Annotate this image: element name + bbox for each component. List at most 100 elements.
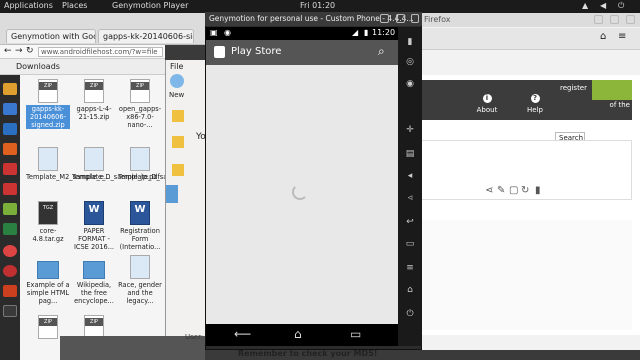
network-icon[interactable]: ▲ <box>582 1 588 10</box>
back-icon[interactable]: ← <box>4 46 12 56</box>
file-item[interactable]: Example of a simple HTML pag... <box>26 255 70 305</box>
file-label: Template_M2_sample_e... <box>26 173 111 181</box>
app-icon-2[interactable] <box>3 163 17 175</box>
move-icon[interactable]: ✛ <box>404 125 416 137</box>
power-icon[interactable]: ⏻ <box>618 1 624 11</box>
nav-help-label: Help <box>527 106 543 114</box>
document-thumbnail-icon <box>84 147 104 171</box>
active-app-label[interactable]: Genymotion Player <box>112 1 188 10</box>
applications-menu[interactable]: Applications <box>4 1 53 10</box>
refresh-icon[interactable]: ↻ <box>521 185 529 196</box>
downloads-label[interactable]: Downloads <box>16 62 60 71</box>
file-label: gapps-L-4-21-15.zip <box>76 105 112 121</box>
android-icon[interactable] <box>3 203 17 215</box>
content-panel: ⋖ ✎ ▢ ↻ ▮ <box>420 140 632 200</box>
trash-icon[interactable]: ▮ <box>535 185 541 196</box>
close-icon[interactable] <box>626 15 635 24</box>
register-link[interactable]: register <box>560 84 587 92</box>
md5-note: Remember to check your MD5! <box>238 349 378 358</box>
document-thumbnail-icon <box>130 255 150 279</box>
record-icon[interactable] <box>3 245 17 257</box>
file-item[interactable]: PAPER FORMAT - ICSE 2016... <box>72 201 116 251</box>
file-item[interactable]: Race, gender and the legacy... <box>118 255 162 305</box>
back-icon[interactable]: ⟵ <box>234 327 251 341</box>
gps-icon[interactable]: ◎ <box>404 57 416 69</box>
file-label: Example of a simple HTML pag... <box>26 281 70 305</box>
volume-up-icon[interactable]: ◂ <box>404 171 416 183</box>
recent-apps-icon[interactable]: ▭ <box>350 327 361 341</box>
file-item[interactable]: open_gapps-x86-7.0-nano-... <box>118 79 162 129</box>
tab-genymotion[interactable]: Genymotion with Goo... <box>6 29 96 43</box>
clock[interactable]: Fri 01:20 <box>300 1 335 10</box>
file-menu[interactable]: File <box>170 62 183 71</box>
minimize-icon[interactable] <box>594 15 603 24</box>
url-input[interactable]: www.androidfilehost.com/?w=file <box>38 47 163 57</box>
file-item[interactable]: Template_M2_sample_e... <box>26 147 111 181</box>
gm-maximize-icon[interactable] <box>396 14 405 23</box>
file-label: Template_D_sample_eng.pdf <box>118 173 212 181</box>
app-icon-5[interactable] <box>3 305 17 317</box>
copy-icon[interactable]: ▢ <box>509 185 518 196</box>
id-icon[interactable]: ▤ <box>404 149 416 161</box>
wifi-icon: ◢ <box>352 28 359 37</box>
forward-icon[interactable]: → <box>15 46 23 56</box>
menu-icon[interactable]: ▭ <box>404 239 416 251</box>
file-label: Wikipedia, the free encyclope... <box>74 281 114 305</box>
file-item[interactable]: Registration Form (Internatio... <box>118 201 162 251</box>
battery-icon[interactable]: ▮ <box>404 37 416 49</box>
zip-file-icon <box>84 79 104 103</box>
header-text: of the <box>609 101 630 109</box>
file-item[interactable]: Template_D_sample_eng.pdf <box>118 147 212 181</box>
sheet-icon[interactable] <box>3 223 17 235</box>
home-icon[interactable]: ⌂ <box>404 285 416 297</box>
nav-about-label: About <box>476 106 498 114</box>
file-item[interactable]: Template_D_sample_jp.pdf <box>72 147 160 181</box>
file-item[interactable]: gapps-L-4-21-15.zip <box>72 79 116 121</box>
volume-icon[interactable]: ◀ <box>600 1 606 10</box>
file-item[interactable]: gapps-kk-20140606-signed.zip <box>26 79 70 129</box>
folder-icon[interactable] <box>166 185 178 203</box>
nav-help[interactable]: ? Help <box>520 94 550 114</box>
menu-icon[interactable]: ≡ <box>618 31 626 42</box>
tab-gapps[interactable]: gapps-kk-20140606-sign... <box>98 29 194 43</box>
nav-about[interactable]: i About <box>472 94 502 114</box>
reload-icon[interactable]: ↻ <box>26 46 34 56</box>
chrome-tab-strip: Genymotion with Goo... gapps-kk-20140606… <box>0 13 206 45</box>
file-item[interactable]: core-4.8.tar.gz <box>26 201 70 243</box>
home-icon[interactable]: ⌂ <box>294 327 302 341</box>
shortcut-icon[interactable] <box>3 123 17 135</box>
app-icon[interactable] <box>172 164 184 176</box>
app-icon[interactable] <box>172 110 184 122</box>
maximize-icon[interactable] <box>610 15 619 24</box>
play-store-icon[interactable] <box>214 46 225 58</box>
new-label[interactable]: New <box>169 91 184 99</box>
gm-close-icon[interactable] <box>411 14 419 23</box>
help-icon: ? <box>530 94 540 103</box>
volume-down-icon[interactable]: ◃ <box>404 193 416 205</box>
app-icon-3[interactable] <box>3 183 17 195</box>
files-icon[interactable] <box>3 83 17 95</box>
menu-icon-2[interactable]: ≡ <box>404 263 416 275</box>
back-icon[interactable]: ↩ <box>404 217 416 229</box>
app-icon[interactable] <box>3 143 17 155</box>
play-store-actionbar: Play Store ⌕ <box>206 40 398 65</box>
share-icon[interactable]: ⋖ <box>485 185 493 196</box>
app-icon-4[interactable] <box>3 285 17 297</box>
wrench-icon[interactable]: ✎ <box>497 185 505 196</box>
file-item[interactable]: Wikipedia, the free encyclope... <box>72 255 116 305</box>
mail-icon[interactable] <box>3 103 17 115</box>
firefox-toolbar: ≡ ⌂ <box>420 28 640 50</box>
content-area <box>420 220 632 330</box>
zip-file-icon <box>130 79 150 103</box>
search-icon[interactable]: ⌕ <box>378 44 385 59</box>
app-icon[interactable] <box>172 136 184 148</box>
file-label: gapps-kk-20140606-signed.zip <box>26 105 70 129</box>
debian-icon[interactable] <box>3 265 17 277</box>
gm-minimize-icon[interactable] <box>380 14 389 23</box>
places-menu[interactable]: Places <box>62 1 87 10</box>
power-icon[interactable]: ⏻ <box>404 309 416 321</box>
genymotion-titlebar: Genymotion for personal use - Custom Pho… <box>205 12 422 26</box>
home-icon[interactable]: ⌂ <box>600 31 606 42</box>
camera-icon[interactable]: ◉ <box>404 79 416 91</box>
site-header: register of the i About ? Help <box>420 80 632 120</box>
